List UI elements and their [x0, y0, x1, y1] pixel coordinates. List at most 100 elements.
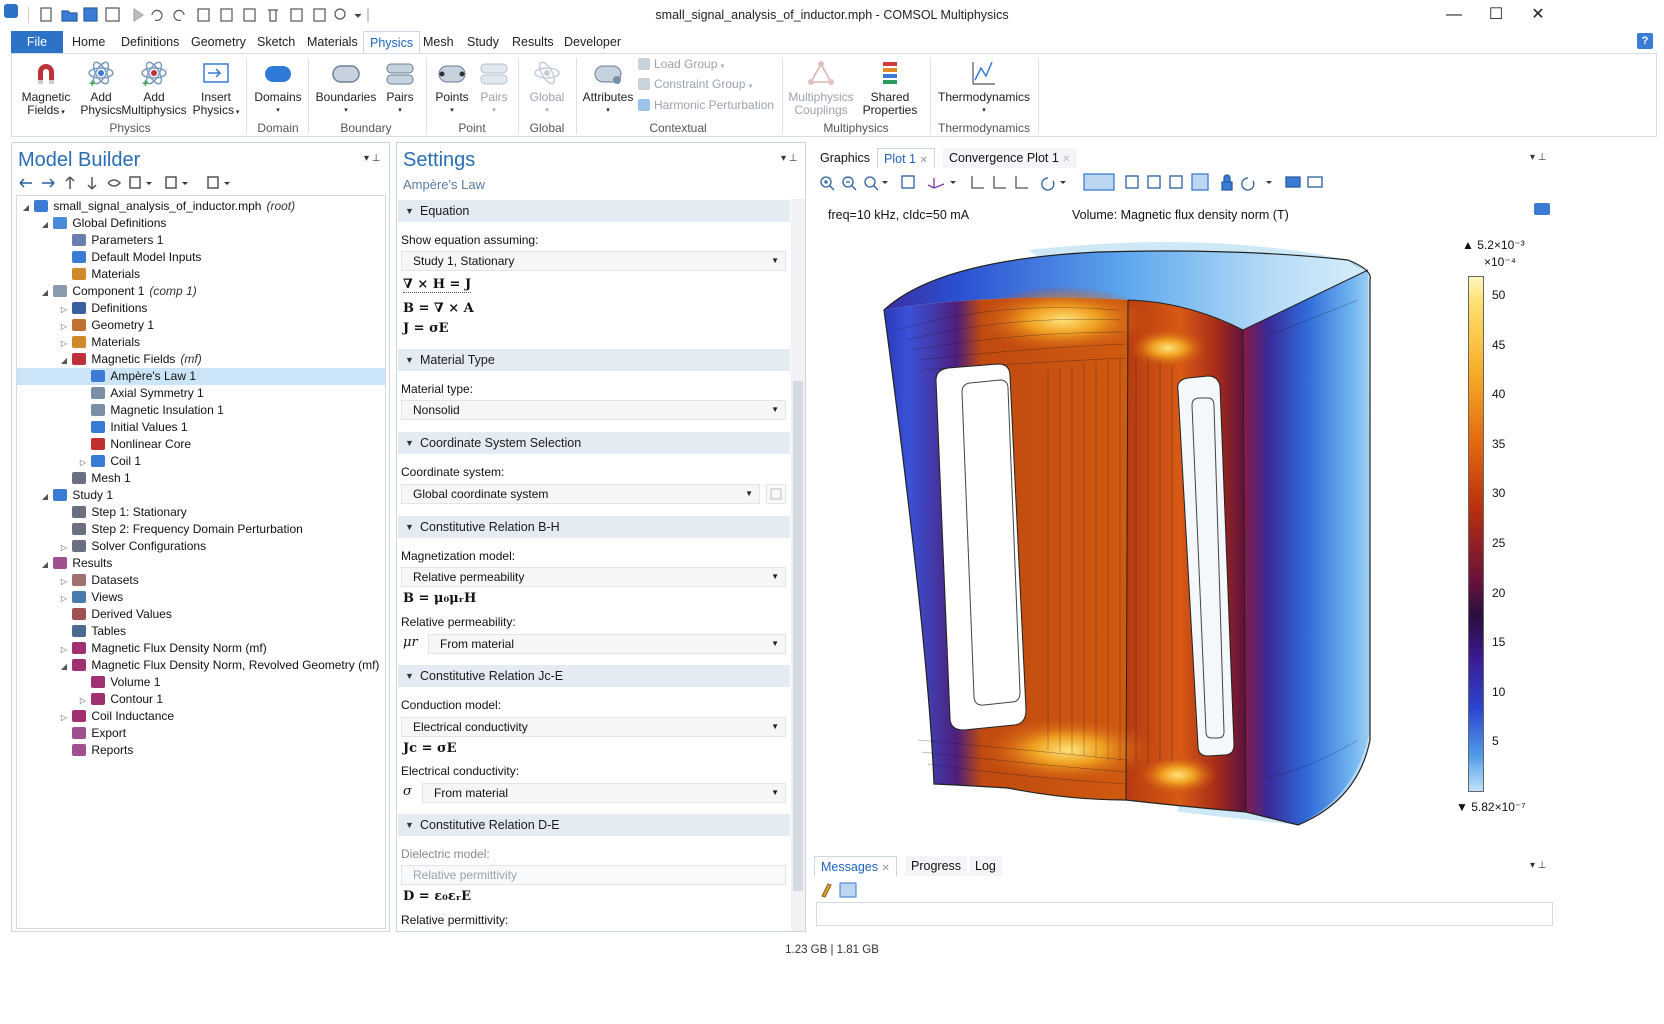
collapse-arrow-icon[interactable]: ▷ [59, 301, 69, 318]
show-equation-select[interactable]: Study 1, Stationary ▼ [401, 251, 786, 271]
tab-geometry[interactable]: Geometry [185, 31, 252, 53]
plot-canvas[interactable] [878, 240, 1428, 832]
tree-item[interactable]: ▷ Coil Inductance [17, 708, 385, 725]
tab-home[interactable]: Home [66, 31, 111, 53]
graphics-panel-menu-icon[interactable]: ▾ ⊥ [1530, 152, 1547, 163]
close-tab-icon[interactable]: ✕ [1062, 154, 1070, 165]
tree-item[interactable]: ▷ Magnetic Flux Density Norm (mf) [17, 640, 385, 657]
point-pairs-button[interactable]: Pairs ▾ [476, 58, 512, 117]
tree-item[interactable]: Volume 1 [17, 674, 385, 691]
tree-item[interactable]: ◢ Magnetic Flux Density Norm, Revolved G… [17, 657, 385, 674]
settings-panel-menu-icon[interactable]: ▾ ⊥ [781, 153, 798, 164]
tree-item[interactable]: Ampère's Law 1 [17, 368, 385, 385]
relative-permeability-select[interactable]: From material ▼ [428, 634, 786, 654]
collapse-arrow-icon[interactable]: ▷ [59, 539, 69, 556]
tree-item[interactable]: Default Model Inputs [17, 249, 385, 266]
insert-physics-button[interactable]: Insert Physics ▾ [188, 58, 244, 119]
section-material-type[interactable]: ▼ Material Type [398, 349, 790, 371]
tree-item[interactable]: Parameters 1 [17, 232, 385, 249]
tree-item[interactable]: Tables [17, 623, 385, 640]
go-to-source-button[interactable] [766, 484, 786, 504]
collapse-arrow-icon[interactable]: ▷ [78, 692, 88, 709]
expand-arrow-icon[interactable]: ◢ [59, 352, 69, 369]
tree-item[interactable]: Step 1: Stationary [17, 504, 385, 521]
help-button[interactable]: ? [1637, 33, 1653, 49]
tree-item[interactable]: Derived Values [17, 606, 385, 623]
tree-item[interactable]: ▷ Solver Configurations [17, 538, 385, 555]
add-physics-button[interactable]: + Add Physics [76, 58, 126, 117]
tree-item[interactable]: ▷ Views [17, 589, 385, 606]
multiphysics-couplings-button[interactable]: Multiphysics Couplings [786, 58, 856, 117]
tree-item[interactable]: ▷ Materials [17, 334, 385, 351]
electrical-conductivity-select[interactable]: From material ▼ [422, 783, 786, 803]
tree-item[interactable]: ▷ Coil 1 [17, 453, 385, 470]
tab-developer[interactable]: Developer [558, 31, 627, 53]
collapse-arrow-icon[interactable]: ▷ [59, 335, 69, 352]
tree-item[interactable]: Step 2: Frequency Domain Perturbation [17, 521, 385, 538]
section-equation[interactable]: ▼ Equation [398, 200, 790, 222]
add-multiphysics-button[interactable]: + Add Multiphysics [120, 58, 188, 117]
section-bh[interactable]: ▼ Constitutive Relation B-H [398, 516, 790, 538]
expand-arrow-icon[interactable]: ◢ [40, 284, 50, 301]
coordinate-system-select[interactable]: Global coordinate system ▼ [401, 484, 760, 504]
graphics-side-panel-icon[interactable] [1534, 203, 1550, 215]
collapse-arrow-icon[interactable]: ▷ [59, 709, 69, 726]
expand-arrow-icon[interactable]: ◢ [40, 488, 50, 505]
boundaries-button[interactable]: Boundaries ▾ [312, 58, 380, 117]
minimize-button[interactable]: — [1434, 4, 1474, 26]
tree-item[interactable]: Initial Values 1 [17, 419, 385, 436]
tree-item[interactable]: ◢ Global Definitions [17, 215, 385, 232]
tab-convergence-plot-1[interactable]: Convergence Plot 1 ✕ [943, 148, 1077, 168]
tree-item[interactable]: Magnetic Insulation 1 [17, 402, 385, 419]
domains-button[interactable]: Domains ▾ [252, 58, 304, 117]
settings-scrollbar[interactable] [791, 199, 805, 931]
tree-item[interactable]: Mesh 1 [17, 470, 385, 487]
tree-item[interactable]: ◢ Component 1 (comp 1) [17, 283, 385, 300]
tree-item[interactable]: ▷ Datasets [17, 572, 385, 589]
tree-item[interactable]: Export [17, 725, 385, 742]
material-type-select[interactable]: Nonsolid ▼ [401, 400, 786, 420]
tree-item[interactable]: Nonlinear Core [17, 436, 385, 453]
magnetic-fields-button[interactable]: Magnetic Fields ▾ [18, 58, 74, 119]
tree-item[interactable]: ▷ Geometry 1 [17, 317, 385, 334]
tree-item[interactable]: ◢ Results [17, 555, 385, 572]
tab-mesh[interactable]: Mesh [417, 31, 460, 53]
conduction-model-select[interactable]: Electrical conductivity ▼ [401, 717, 786, 737]
close-tab-icon[interactable]: ✕ [919, 155, 927, 166]
collapse-arrow-icon[interactable]: ▷ [59, 573, 69, 590]
harmonic-perturbation-button[interactable]: Harmonic Perturbation [638, 96, 774, 114]
collapse-arrow-icon[interactable]: ▷ [59, 590, 69, 607]
scrollbar-thumb[interactable] [793, 381, 803, 891]
tab-materials[interactable]: Materials [301, 31, 364, 53]
close-button[interactable]: ✕ [1518, 4, 1558, 26]
section-de[interactable]: ▼ Constitutive Relation D-E [398, 814, 790, 836]
tab-plot-1[interactable]: Plot 1 ✕ [877, 148, 935, 168]
expand-arrow-icon[interactable]: ◢ [40, 556, 50, 573]
points-button[interactable]: Points ▾ [432, 58, 472, 117]
section-jce[interactable]: ▼ Constitutive Relation Jc-E [398, 665, 790, 687]
expand-arrow-icon[interactable]: ◢ [59, 658, 69, 675]
attributes-button[interactable]: Attributes ▾ [580, 58, 636, 117]
collapse-arrow-icon[interactable]: ▷ [59, 318, 69, 335]
expand-arrow-icon[interactable]: ◢ [21, 199, 31, 216]
tab-sketch[interactable]: Sketch [251, 31, 301, 53]
tab-progress[interactable]: Progress [905, 856, 968, 876]
tree-item[interactable]: ▷ Contour 1 [17, 691, 385, 708]
tree-item[interactable]: ◢ Study 1 [17, 487, 385, 504]
collapse-arrow-icon[interactable]: ▷ [78, 454, 88, 471]
messages-panel-menu-icon[interactable]: ▾ ⊥ [1530, 860, 1547, 871]
magnetization-model-select[interactable]: Relative permeability ▼ [401, 567, 786, 587]
close-tab-icon[interactable]: ✕ [881, 863, 889, 874]
tab-results[interactable]: Results [506, 31, 560, 53]
dielectric-model-select[interactable]: Relative permittivity [401, 865, 786, 885]
tab-physics[interactable]: Physics [363, 31, 421, 53]
tab-file[interactable]: File [11, 31, 63, 53]
tab-definitions[interactable]: Definitions [115, 31, 185, 53]
expand-arrow-icon[interactable]: ◢ [40, 216, 50, 233]
load-group-button[interactable]: Load Group ▾ [638, 55, 724, 73]
tab-log[interactable]: Log [969, 856, 1002, 876]
tree-item[interactable]: Axial Symmetry 1 [17, 385, 385, 402]
maximize-button[interactable]: ☐ [1476, 4, 1516, 26]
global-button[interactable]: Global ▾ [524, 58, 570, 117]
boundary-pairs-button[interactable]: Pairs ▾ [380, 58, 420, 117]
